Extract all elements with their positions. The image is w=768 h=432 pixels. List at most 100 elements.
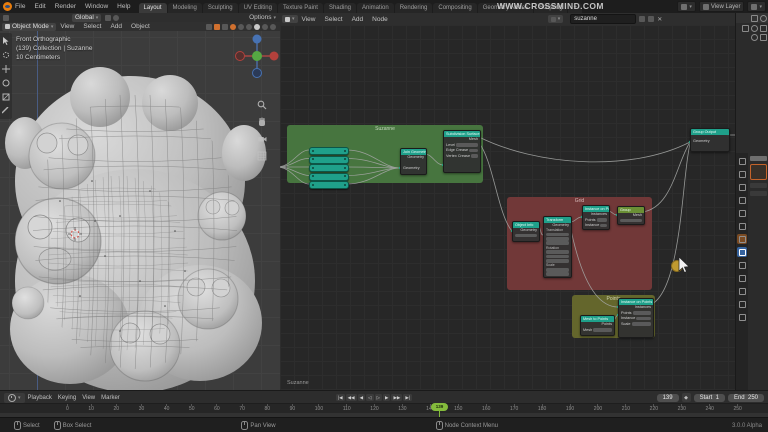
workspace-tab[interactable]: Modeling <box>167 3 202 13</box>
tab-object[interactable] <box>737 234 747 244</box>
geometry-nodes-dropdown[interactable]: ▾ <box>547 15 564 23</box>
outliner-row[interactable] <box>736 32 768 41</box>
pan-hand-icon[interactable] <box>256 116 268 128</box>
menu-item[interactable]: Edit <box>34 3 45 10</box>
node-instance-on-points-2[interactable]: Instance on Points Instances Points Inst… <box>618 298 654 338</box>
zoom-icon[interactable] <box>256 99 268 111</box>
scene-selector[interactable]: ▾ <box>677 1 696 12</box>
viewport-menu-item[interactable]: View <box>60 23 74 30</box>
proportional-edit-icon[interactable] <box>113 14 120 21</box>
camera-view-icon[interactable] <box>256 133 268 145</box>
view-layer-menu[interactable]: ▾ <box>747 1 766 12</box>
tab-view-layer[interactable] <box>737 195 747 205</box>
rotate-tool-icon[interactable] <box>0 77 12 89</box>
gizmo-toggle-icon[interactable] <box>222 23 228 30</box>
workspace-tab[interactable]: Animation <box>357 3 394 13</box>
node-tree-name-field[interactable]: suzanne <box>570 14 637 24</box>
collapsed-node[interactable] <box>309 172 349 181</box>
hide-icon[interactable] <box>751 34 758 41</box>
node-instance-on-points-1[interactable]: Instance on Points Instances Points Inst… <box>582 205 610 230</box>
timeline-menu-item[interactable]: Playback <box>28 395 52 401</box>
orientation-dropdown[interactable]: Global ▾ <box>72 13 102 22</box>
render-visibility-icon[interactable] <box>760 34 767 41</box>
timeline-menu-item[interactable]: Marker <box>101 395 120 401</box>
viewport-menu-item[interactable]: Select <box>83 23 101 30</box>
playback-button[interactable]: ▶| <box>403 394 412 401</box>
node-menu-item[interactable]: View <box>302 16 316 23</box>
tab-render[interactable] <box>737 169 747 179</box>
menu-item[interactable]: Window <box>85 3 108 10</box>
tab-modifiers[interactable] <box>737 247 747 257</box>
playback-button[interactable]: ◀ <box>357 394 366 401</box>
node-editor-canvas[interactable]: Suzanne Grid Points Join Geometry Geomet… <box>280 25 735 390</box>
viewport-3d[interactable]: Front Orthographic (139) Collection | Su… <box>0 31 280 390</box>
collapsed-node[interactable] <box>309 147 349 155</box>
transform-pivot-icon[interactable] <box>206 23 212 30</box>
options-dropdown[interactable]: Options ▾ <box>249 14 276 21</box>
snap-magnet-icon[interactable] <box>105 14 112 21</box>
playback-button[interactable]: ◁ <box>366 394 374 401</box>
tab-particles[interactable] <box>737 260 747 270</box>
unlink-icon[interactable]: ✕ <box>657 16 662 23</box>
hide-icon[interactable] <box>751 25 758 32</box>
measure-tool-icon[interactable] <box>0 105 12 117</box>
tab-constraints[interactable] <box>737 286 747 296</box>
tool-icon[interactable] <box>3 14 9 21</box>
menu-item[interactable]: Help <box>117 3 130 10</box>
editor-type-dropdown[interactable]: ▾ <box>282 15 298 23</box>
node-join-geometry[interactable]: Join Geometry Geometry Geometry <box>400 148 427 175</box>
shading-solid-icon[interactable] <box>254 23 260 30</box>
viewport-menu-item[interactable]: Object <box>131 23 150 30</box>
fake-user-icon[interactable] <box>639 16 646 22</box>
workspace-tab[interactable]: Texture Paint <box>277 3 323 13</box>
cursor-tool-icon[interactable] <box>0 49 12 61</box>
add-modifier-button[interactable] <box>750 156 767 161</box>
shading-rendered-icon[interactable] <box>270 23 276 30</box>
node-group-output[interactable]: Group Output Geometry <box>690 128 730 152</box>
frame-start-field[interactable]: Start 1 <box>693 393 725 402</box>
tab-data[interactable] <box>737 299 747 309</box>
tab-tool[interactable] <box>737 156 747 166</box>
current-frame-field[interactable]: 139 <box>656 393 679 402</box>
workspace-tab[interactable]: Layout <box>138 3 167 13</box>
workspace-tab[interactable]: UV Editing <box>238 3 277 13</box>
playback-button[interactable]: |◀ <box>336 394 345 401</box>
blender-logo-icon[interactable] <box>3 2 12 11</box>
editor-type-dropdown-timeline[interactable]: ▾ <box>4 392 25 403</box>
current-frame-indicator[interactable]: 139 <box>431 403 448 411</box>
playback-button[interactable]: ◀◀ <box>345 394 357 401</box>
new-datablock-icon[interactable] <box>648 16 655 22</box>
tab-material[interactable] <box>737 312 747 322</box>
tab-scene[interactable] <box>737 208 747 218</box>
panel-row[interactable] <box>750 183 767 188</box>
workspace-tab[interactable]: Rendering <box>394 3 433 13</box>
navigation-gizmo[interactable] <box>234 33 280 79</box>
node-object-info[interactable]: Object Info Geometry <box>512 221 540 242</box>
xray-icon[interactable] <box>238 23 244 30</box>
timeline-menu-item[interactable]: Keying <box>58 395 76 401</box>
shading-material-icon[interactable] <box>262 23 268 30</box>
ortho-toggle-icon[interactable] <box>256 150 268 162</box>
node-group[interactable]: Group Mesh <box>617 206 645 225</box>
render-visibility-icon[interactable] <box>760 25 767 32</box>
playback-button[interactable]: ▷ <box>374 394 382 401</box>
node-subdivision-surface[interactable]: Subdivision Surface Mesh Level Edge Crea… <box>443 130 481 173</box>
node-transform[interactable]: Transform Geometry Translation Rotation … <box>543 216 572 278</box>
modifier-panel[interactable] <box>750 164 767 180</box>
shading-wireframe-icon[interactable] <box>246 23 252 30</box>
select-tool-icon[interactable] <box>0 35 12 47</box>
menu-item[interactable]: Render <box>55 3 76 10</box>
tab-physics[interactable] <box>737 273 747 283</box>
collapsed-node[interactable] <box>309 181 349 189</box>
node-menu-item[interactable]: Select <box>325 16 343 23</box>
node-menu-item[interactable]: Node <box>372 16 388 23</box>
tab-output[interactable] <box>737 182 747 192</box>
workspace-tab[interactable]: Sculpting <box>202 3 238 13</box>
search-icon[interactable] <box>760 14 767 22</box>
node-menu-item[interactable]: Add <box>352 16 364 23</box>
collapsed-node[interactable] <box>309 155 349 164</box>
playback-button[interactable]: ▶▶ <box>391 394 403 401</box>
mode-dropdown[interactable]: Object Mode ▾ <box>2 22 57 31</box>
view-layer-selector[interactable]: View Layer <box>698 1 745 12</box>
collapsed-node[interactable] <box>309 164 349 172</box>
